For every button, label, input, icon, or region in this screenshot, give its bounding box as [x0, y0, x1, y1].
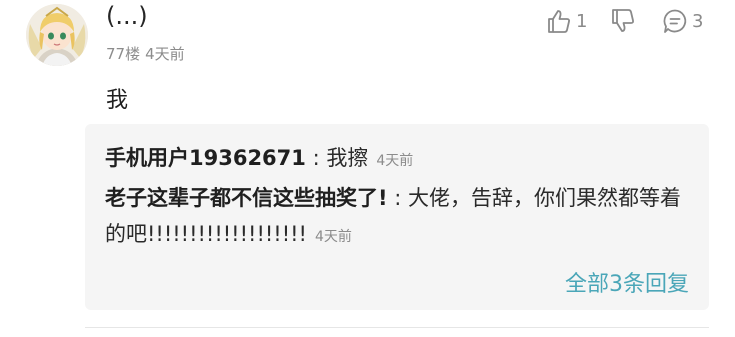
comment-body: 我	[106, 88, 129, 113]
avatar[interactable]	[26, 4, 88, 66]
reply-item[interactable]: 手机用户19362671 : 我擦 4天前	[105, 140, 693, 179]
reply-separator: :	[387, 186, 409, 210]
username[interactable]: (...)	[106, 2, 148, 30]
reply-count: 3	[692, 10, 704, 32]
like-count: 1	[576, 10, 588, 32]
thumbs-up-icon	[548, 10, 570, 33]
floor-number: 77楼	[106, 45, 141, 63]
reply-item[interactable]: 老子这辈子都不信这些抽奖了! : 大佬，告辞，你们果然都等着的吧!!!!!!!!…	[105, 180, 693, 255]
reply-time: 4天前	[376, 153, 414, 169]
view-all-replies-link[interactable]: 全部3条回复	[565, 266, 689, 298]
comment-bubble-icon	[663, 9, 687, 33]
reply-text: 我擦	[326, 146, 369, 170]
dislike-button[interactable]	[610, 6, 636, 36]
comment-time: 4天前	[145, 45, 185, 63]
avatar-image	[26, 4, 88, 66]
reply-author[interactable]: 手机用户19362671	[105, 146, 306, 170]
reply-separator: :	[305, 146, 327, 170]
divider	[85, 327, 709, 328]
reply-time: 4天前	[314, 229, 352, 245]
replies-panel: 手机用户19362671 : 我擦 4天前 老子这辈子都不信这些抽奖了! : 大佬…	[85, 124, 709, 310]
thumbs-down-icon	[612, 9, 634, 32]
comment-meta: 77楼 4天前	[106, 43, 185, 64]
reply-button[interactable]: 3	[662, 6, 703, 36]
reply-author[interactable]: 老子这辈子都不信这些抽奖了!	[105, 186, 388, 210]
like-button[interactable]: 1	[546, 6, 587, 36]
comment-actions: 1 3	[546, 6, 726, 36]
